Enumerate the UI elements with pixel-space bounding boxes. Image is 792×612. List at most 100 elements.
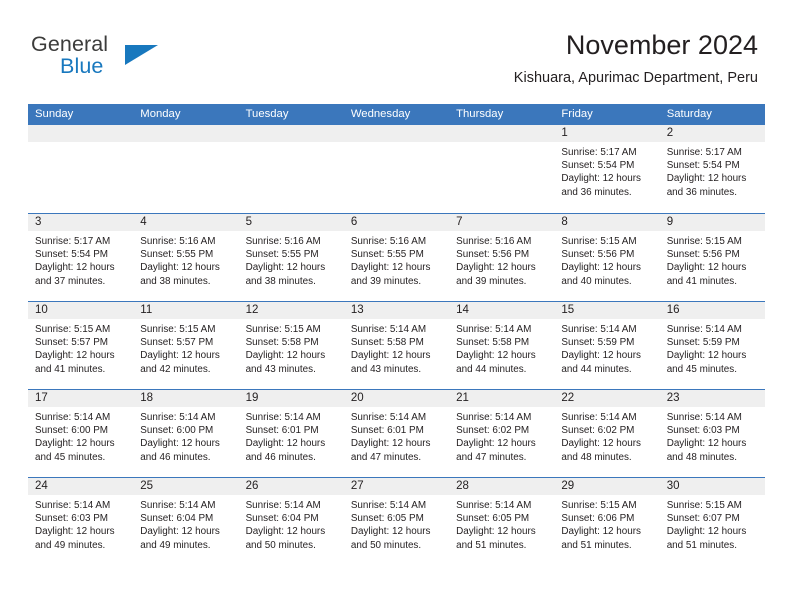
day-of-week-header-tuesday: Tuesday: [245, 108, 289, 120]
day-sun-info: Sunrise: 5:14 AM Sunset: 6:01 PM Daylight:…: [239, 407, 344, 464]
logo-triangle-icon: [125, 45, 158, 65]
calendar-day-cell[interactable]: 20 Sunrise: 5:14 AM Sunset: 6:01 PM Dayligh…: [343, 390, 450, 477]
day-sun-info: Sunrise: 5:14 AM Sunset: 6:04 PM Daylight:…: [239, 495, 344, 552]
calendar-day-cell[interactable]: 4 Sunrise: 5:16 AM Sunset: 5:55 PM Daylight…: [133, 214, 239, 301]
daylight-duration-line2: and 45 minutes.: [666, 363, 737, 375]
calendar-day-cell[interactable]: 15 Sunrise: 5:14 AM Sunset: 5:59 PM Dayligh…: [554, 302, 660, 389]
sunrise-time: Sunrise: 5:14 AM: [140, 500, 216, 511]
calendar-day-cell[interactable]: 13 Sunrise: 5:14 AM Sunset: 5:58 PM Dayligh…: [343, 302, 450, 389]
calendar-day-cell[interactable]: 9 Sunrise: 5:15 AM Sunset: 5:56 PM Daylight…: [659, 214, 765, 301]
calendar-day-cell-empty: [238, 125, 344, 213]
calendar-day-cell[interactable]: 5 Sunrise: 5:16 AM Sunset: 5:55 PM Daylight…: [238, 214, 344, 301]
calendar-day-cell[interactable]: 23 Sunrise: 5:14 AM Sunset: 6:03 PM Dayligh…: [659, 390, 765, 477]
sunrise-time: Sunrise: 5:15 AM: [35, 324, 111, 335]
day-number: 16: [659, 302, 765, 319]
sunrise-time: Sunrise: 5:14 AM: [456, 412, 532, 423]
sunset-time: Sunset: 5:58 PM: [350, 337, 424, 349]
calendar-day-cell[interactable]: 14 Sunrise: 5:14 AM Sunset: 5:58 PM Dayligh…: [449, 302, 555, 389]
sunrise-time: Sunrise: 5:14 AM: [350, 500, 427, 511]
day-sun-info: Sunrise: 5:14 AM Sunset: 5:58 PM Daylight:…: [344, 319, 449, 376]
sunset-time: Sunset: 5:57 PM: [35, 337, 109, 349]
sunset-time: Sunset: 6:07 PM: [666, 513, 740, 525]
daylight-duration-line1: Daylight: 12 hours: [140, 350, 220, 362]
daylight-duration-line2: and 37 minutes.: [35, 275, 106, 287]
calendar-day-cell[interactable]: 30 Sunrise: 5:15 AM Sunset: 6:07 PM Dayligh…: [659, 478, 765, 565]
calendar-day-cell[interactable]: 26 Sunrise: 5:14 AM Sunset: 6:04 PM Dayligh…: [238, 478, 344, 565]
calendar-day-cell-empty: [133, 125, 239, 213]
day-number: 23: [659, 390, 765, 407]
daylight-duration-line2: and 49 minutes.: [35, 539, 106, 551]
sunrise-time: Sunrise: 5:14 AM: [561, 324, 637, 335]
daylight-duration-line1: Daylight: 12 hours: [666, 350, 747, 362]
daylight-duration-line1: Daylight: 12 hours: [245, 438, 326, 450]
day-number: 20: [343, 390, 450, 407]
day-sun-info: Sunrise: 5:15 AM Sunset: 6:07 PM Daylight:…: [660, 495, 765, 552]
sunset-time: Sunset: 6:01 PM: [350, 425, 424, 437]
title-block: November 2024 Kishuara, Apurimac Departm…: [514, 28, 758, 88]
sunset-time: Sunset: 5:55 PM: [245, 249, 319, 261]
sunset-time: Sunset: 6:06 PM: [561, 513, 635, 525]
sunset-time: Sunset: 5:57 PM: [140, 337, 214, 349]
calendar-day-cell[interactable]: 28 Sunrise: 5:14 AM Sunset: 6:05 PM Dayligh…: [449, 478, 555, 565]
sunrise-time: Sunrise: 5:16 AM: [245, 236, 321, 247]
daylight-duration-line2: and 44 minutes.: [561, 363, 632, 375]
daylight-duration-line2: and 41 minutes.: [666, 275, 737, 287]
day-number: 26: [238, 478, 344, 495]
day-number: 30: [659, 478, 765, 495]
calendar-day-cell[interactable]: 17 Sunrise: 5:14 AM Sunset: 6:00 PM Dayligh…: [28, 390, 134, 477]
calendar-day-cell[interactable]: 12 Sunrise: 5:15 AM Sunset: 5:58 PM Dayligh…: [238, 302, 344, 389]
day-sun-info: Sunrise: 5:17 AM Sunset: 5:54 PM Daylight:…: [554, 142, 659, 199]
daylight-duration-line1: Daylight: 12 hours: [561, 438, 641, 450]
page-header: General Blue November 2024 Kishuara, Apu…: [0, 0, 792, 100]
sunset-time: Sunset: 5:56 PM: [561, 249, 635, 261]
daylight-duration-line1: Daylight: 12 hours: [456, 438, 536, 450]
calendar-day-cell[interactable]: 29 Sunrise: 5:15 AM Sunset: 6:06 PM Dayligh…: [554, 478, 660, 565]
calendar-day-cell[interactable]: 19 Sunrise: 5:14 AM Sunset: 6:01 PM Dayligh…: [238, 390, 344, 477]
daylight-duration-line1: Daylight: 12 hours: [666, 173, 747, 185]
daylight-duration-line1: Daylight: 12 hours: [561, 262, 641, 274]
daylight-duration-line2: and 36 minutes.: [666, 186, 737, 198]
calendar-day-cell[interactable]: 27 Sunrise: 5:14 AM Sunset: 6:05 PM Dayligh…: [343, 478, 450, 565]
sunrise-time: Sunrise: 5:15 AM: [245, 324, 321, 335]
daylight-duration-line2: and 43 minutes.: [245, 363, 316, 375]
daylight-duration-line2: and 50 minutes.: [350, 539, 422, 551]
calendar-day-cell[interactable]: 3 Sunrise: 5:17 AM Sunset: 5:54 PM Daylight…: [28, 214, 134, 301]
daylight-duration-line1: Daylight: 12 hours: [245, 350, 326, 362]
calendar-week-row: 3 Sunrise: 5:17 AM Sunset: 5:54 PM Daylight…: [28, 213, 765, 301]
day-number: 14: [449, 302, 555, 319]
day-number: 18: [133, 390, 239, 407]
daylight-duration-line1: Daylight: 12 hours: [35, 438, 115, 450]
day-number: 3: [28, 214, 134, 231]
day-sun-info: Sunrise: 5:14 AM Sunset: 6:04 PM Daylight:…: [133, 495, 238, 552]
calendar-day-cell[interactable]: 11 Sunrise: 5:15 AM Sunset: 5:57 PM Dayligh…: [133, 302, 239, 389]
day-sun-info: Sunrise: 5:17 AM Sunset: 5:54 PM Daylight:…: [660, 142, 765, 199]
day-number: 22: [554, 390, 660, 407]
general-blue-logo[interactable]: General Blue: [31, 33, 231, 82]
calendar-day-cell[interactable]: 1 Sunrise: 5:17 AM Sunset: 5:54 PM Daylight…: [554, 125, 660, 213]
day-sun-info: Sunrise: 5:14 AM Sunset: 6:02 PM Daylight:…: [554, 407, 659, 464]
calendar-day-cell[interactable]: 18 Sunrise: 5:14 AM Sunset: 6:00 PM Dayligh…: [133, 390, 239, 477]
daylight-duration-line2: and 47 minutes.: [456, 451, 527, 463]
daylight-duration-line2: and 43 minutes.: [350, 363, 422, 375]
day-number: 1: [554, 125, 660, 142]
day-number: 11: [133, 302, 239, 319]
calendar-day-cell[interactable]: 10 Sunrise: 5:15 AM Sunset: 5:57 PM Dayligh…: [28, 302, 134, 389]
calendar-day-cell[interactable]: 2 Sunrise: 5:17 AM Sunset: 5:54 PM Daylight…: [659, 125, 765, 213]
calendar-day-cell[interactable]: 16 Sunrise: 5:14 AM Sunset: 5:59 PM Dayligh…: [659, 302, 765, 389]
sunset-time: Sunset: 6:03 PM: [35, 513, 109, 525]
day-sun-info: Sunrise: 5:14 AM Sunset: 6:00 PM Daylight:…: [28, 407, 133, 464]
calendar-day-cell[interactable]: 8 Sunrise: 5:15 AM Sunset: 5:56 PM Daylight…: [554, 214, 660, 301]
calendar-day-cell[interactable]: 6 Sunrise: 5:16 AM Sunset: 5:55 PM Daylight…: [343, 214, 450, 301]
calendar-day-cell[interactable]: 22 Sunrise: 5:14 AM Sunset: 6:02 PM Dayligh…: [554, 390, 660, 477]
calendar-day-cell[interactable]: 24 Sunrise: 5:14 AM Sunset: 6:03 PM Dayligh…: [28, 478, 134, 565]
calendar-day-cell[interactable]: 7 Sunrise: 5:16 AM Sunset: 5:56 PM Daylight…: [449, 214, 555, 301]
day-number: 7: [449, 214, 555, 231]
daylight-duration-line2: and 38 minutes.: [140, 275, 211, 287]
sunrise-time: Sunrise: 5:16 AM: [456, 236, 532, 247]
sunrise-time: Sunrise: 5:14 AM: [245, 500, 321, 511]
day-of-week-header-wednesday: Wednesday: [350, 108, 411, 120]
daylight-duration-line2: and 36 minutes.: [561, 186, 632, 198]
sunrise-time: Sunrise: 5:14 AM: [456, 324, 532, 335]
calendar-day-cell[interactable]: 25 Sunrise: 5:14 AM Sunset: 6:04 PM Dayligh…: [133, 478, 239, 565]
calendar-day-cell[interactable]: 21 Sunrise: 5:14 AM Sunset: 6:02 PM Dayligh…: [449, 390, 555, 477]
